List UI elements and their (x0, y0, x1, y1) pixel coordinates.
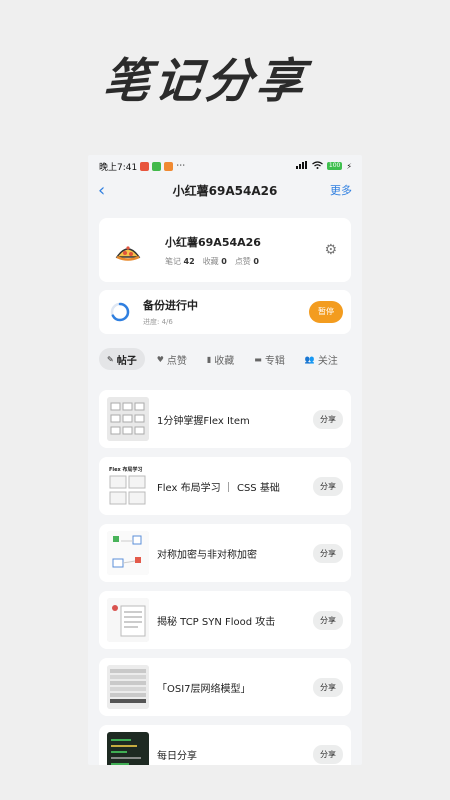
share-button[interactable]: 分享 (313, 677, 343, 697)
heart-icon: ♥ (156, 354, 164, 364)
like-label: 点赞 (234, 256, 251, 266)
share-button[interactable]: 分享 (313, 476, 343, 496)
post-thumbnail: Flex 布局学习 (107, 464, 149, 508)
tab-label: 专辑 (264, 355, 285, 367)
bookmark-icon: ▮ (206, 354, 212, 364)
post-title: Flex 布局学习 ｜ CSS 基础 (157, 482, 280, 494)
post-list: 1分钟掌握Flex Item 分享 Flex 布局学习 Flex 布局学习 ｜ … (88, 390, 362, 765)
post-title: 1分钟掌握Flex Item (157, 415, 250, 427)
pizza-avatar-icon (115, 246, 141, 261)
pause-button[interactable]: 暂停 (309, 301, 343, 323)
post-title: 揭秘 TCP SYN Flood 攻击 (157, 616, 276, 628)
status-bar: 晚上7:41 ⋯ 100 ⚡ (88, 155, 362, 177)
tab-label: 帖子 (116, 355, 137, 367)
tab-posts[interactable]: ✎ 帖子 (99, 348, 145, 370)
tab-label: 收藏 (214, 355, 235, 367)
battery-icon: 100 (326, 162, 343, 170)
fav-label: 收藏 (202, 256, 219, 266)
post-thumbnail (107, 531, 149, 575)
nav-bar: ‹ 小红薯69A54A26 更多 (88, 177, 362, 203)
tab-following[interactable]: 👥 关注 (297, 348, 346, 370)
tab-bar: ✎ 帖子 ♥ 点赞 ▮ 收藏 ▬ 专辑 👥 关注 (99, 348, 351, 370)
more-button[interactable]: 更多 (312, 182, 352, 198)
notes-count: 42 (183, 256, 195, 266)
charging-icon: ⚡ (346, 161, 352, 171)
hero-title: 笔记分享 (100, 54, 311, 109)
post-thumbnail (107, 397, 149, 441)
list-item[interactable]: 每日分享 分享 (99, 725, 351, 765)
backup-progress: 进度: 4/6 (143, 318, 173, 326)
folder-icon: ▬ (254, 354, 262, 364)
post-thumbnail (107, 598, 149, 642)
status-time: 晚上7:41 (99, 162, 138, 173)
app-icon (164, 161, 174, 171)
page-title: 小红薯69A54A26 (172, 183, 278, 198)
tab-likes[interactable]: ♥ 点赞 (149, 348, 195, 370)
tab-albums[interactable]: ▬ 专辑 (246, 348, 293, 370)
share-button[interactable]: 分享 (313, 409, 343, 429)
edit-icon: ✎ (107, 354, 114, 364)
post-thumbnail (107, 665, 149, 709)
notification-icon (140, 161, 150, 171)
more-status-icon: ⋯ (176, 161, 186, 171)
profile-name: 小红薯69A54A26 (165, 235, 261, 249)
fav-count: 0 (221, 256, 227, 266)
gear-icon[interactable]: ⚙ (324, 242, 337, 258)
backup-title: 备份进行中 (143, 299, 198, 312)
post-title: 每日分享 (157, 750, 197, 762)
wifi-icon (312, 160, 323, 172)
profile-card[interactable]: 小红薯69A54A26 笔记 42 收藏 0 点赞 0 ⚙ (99, 218, 351, 282)
tab-label: 点赞 (166, 355, 187, 367)
back-icon[interactable]: ‹ (98, 180, 138, 201)
list-item[interactable]: Flex 布局学习 Flex 布局学习 ｜ CSS 基础 分享 (99, 457, 351, 515)
phone-screen: 晚上7:41 ⋯ 100 ⚡ ‹ 小红薯69A54A26 更多 小红薯69A54… (88, 155, 362, 765)
backup-card: 备份进行中 进度: 4/6 暂停 (99, 290, 351, 334)
users-icon: 👥 (304, 354, 315, 364)
tab-label: 关注 (317, 355, 338, 367)
list-item[interactable]: 揭秘 TCP SYN Flood 攻击 分享 (99, 591, 351, 649)
tab-favorites[interactable]: ▮ 收藏 (199, 348, 242, 370)
share-button[interactable]: 分享 (313, 744, 343, 764)
progress-spinner-icon (110, 302, 130, 322)
share-button[interactable]: 分享 (313, 543, 343, 563)
profile-stats: 笔记 42 收藏 0 点赞 0 (165, 256, 261, 267)
list-item[interactable]: 「OSI7层网络模型」 分享 (99, 658, 351, 716)
notes-label: 笔记 (165, 256, 181, 266)
list-item[interactable]: 1分钟掌握Flex Item 分享 (99, 390, 351, 448)
signal-icon (295, 160, 308, 172)
post-title: 「OSI7层网络模型」 (157, 683, 251, 695)
post-thumbnail (107, 732, 149, 765)
share-button[interactable]: 分享 (313, 610, 343, 630)
thumbnail-caption: Flex 布局学习 (109, 467, 143, 473)
list-item[interactable]: 对称加密与非对称加密 分享 (99, 524, 351, 582)
like-count: 0 (253, 256, 259, 266)
app-icon (152, 161, 162, 171)
post-title: 对称加密与非对称加密 (157, 549, 257, 561)
